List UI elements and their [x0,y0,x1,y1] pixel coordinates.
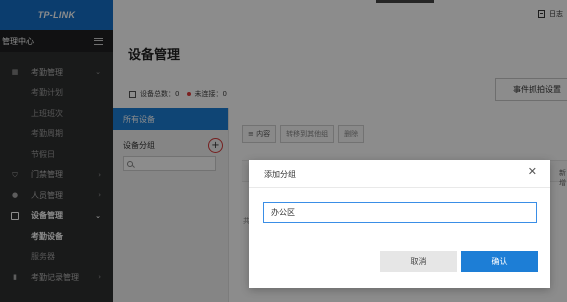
dialog-divider [249,187,550,188]
close-icon[interactable]: ✕ [528,166,537,178]
confirm-button[interactable]: 确认 [461,251,538,272]
dialog-title: 添加分组 [264,170,296,179]
add-group-dialog: 添加分组 ✕ 办公区 取消 确认 [249,160,550,288]
group-name-input[interactable]: 办公区 [263,202,537,223]
cancel-button[interactable]: 取消 [380,251,457,272]
